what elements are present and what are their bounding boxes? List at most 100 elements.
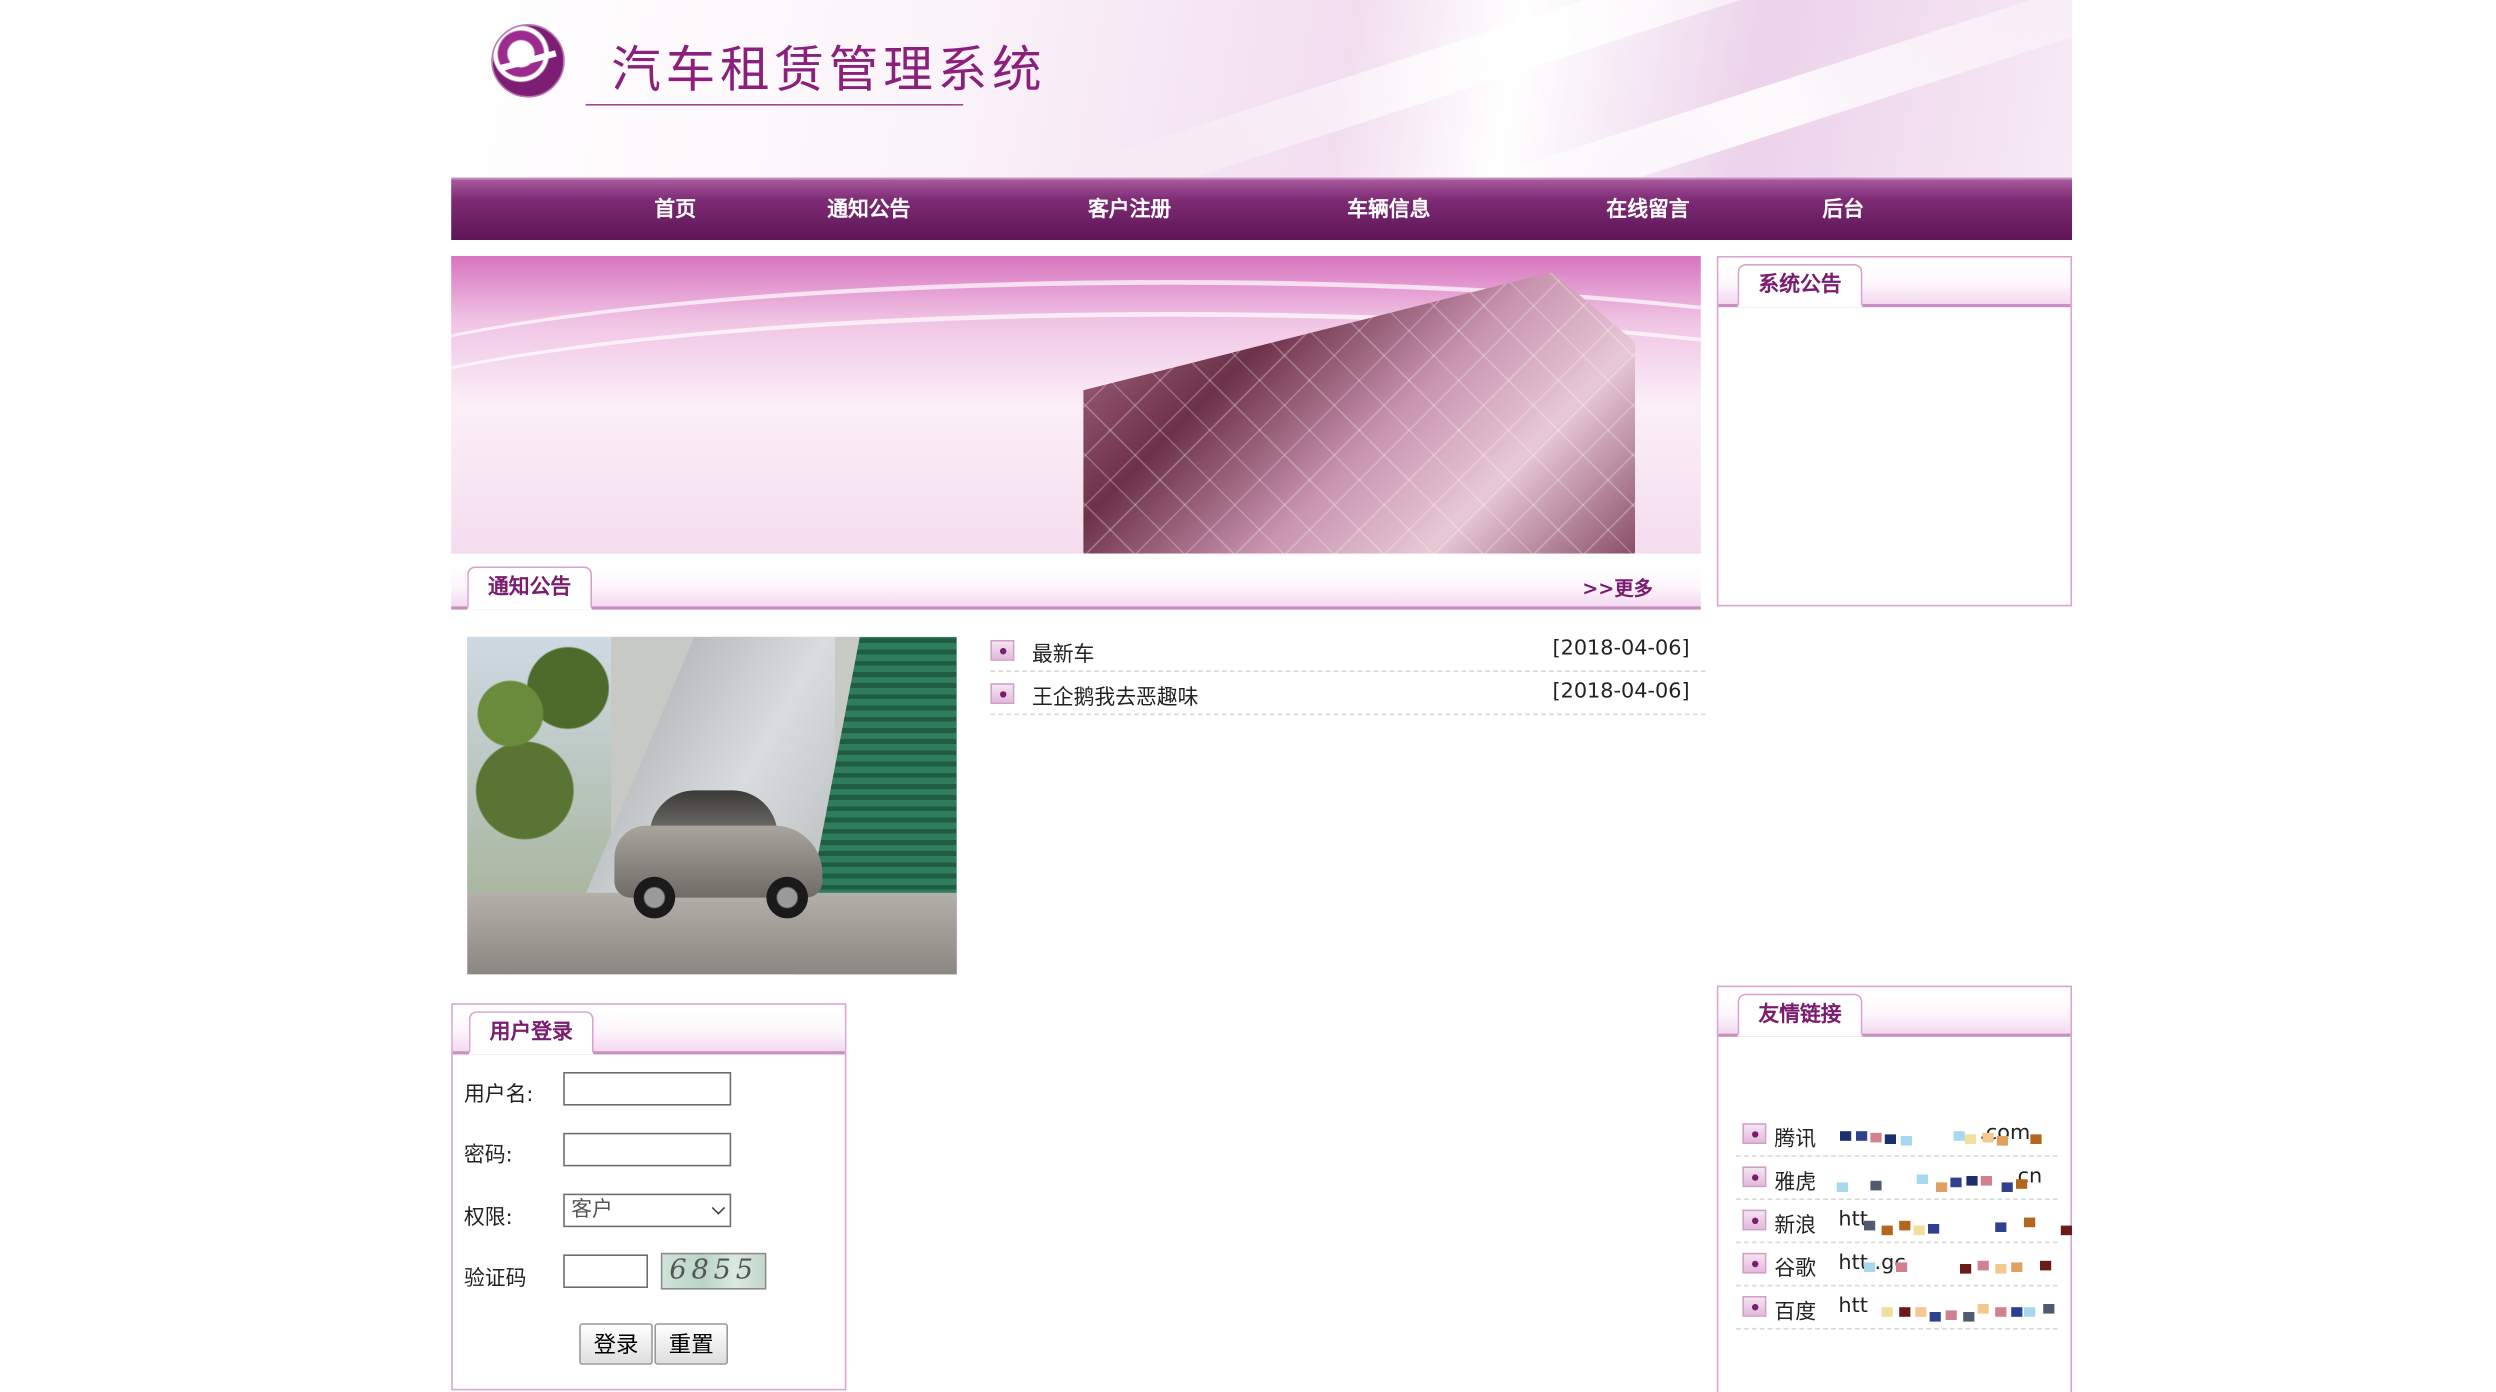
redaction-pixel	[2030, 1134, 2042, 1144]
username-label: 用户名:	[464, 1083, 534, 1108]
redaction-pixel	[1995, 1264, 2007, 1274]
password-input[interactable]	[563, 1132, 732, 1167]
redaction-pixel	[1966, 1176, 1978, 1186]
list-item: 最新车 [2018-04-06]	[990, 629, 1706, 672]
tab-system-notice[interactable]: 系统公告	[1737, 264, 1863, 308]
notice-date: [2018-04-06]	[1552, 680, 1690, 704]
redaction-pixel	[2040, 1260, 2052, 1271]
redaction-pixel	[1881, 1225, 1893, 1236]
photo-car	[614, 778, 823, 922]
redaction-pixel	[2043, 1304, 2055, 1314]
redaction-pixel	[1964, 1134, 1976, 1144]
notice-title[interactable]: 最新车	[1032, 637, 1094, 667]
login-button[interactable]: 登录	[579, 1323, 653, 1365]
system-notice-box: 系统公告	[1716, 256, 2072, 607]
redaction-pixel	[1960, 1264, 1972, 1274]
redaction-pixel	[1913, 1225, 1925, 1236]
redaction-pixel	[1896, 1262, 1908, 1272]
redaction-pixel	[1982, 1132, 1994, 1143]
redaction-pixel	[1870, 1180, 1882, 1191]
notices-tabbar: 通知公告 >>更多	[451, 566, 1701, 610]
link-name[interactable]: 百度	[1774, 1294, 1816, 1325]
link-name[interactable]: 新浪	[1774, 1208, 1816, 1238]
role-label: 权限:	[464, 1206, 513, 1231]
redaction-pixel	[1899, 1220, 1911, 1231]
link-name[interactable]: 腾讯	[1774, 1122, 1816, 1152]
link-url[interactable]: htt	[1838, 1294, 1868, 1318]
login-tabbar: 用户登录	[452, 1011, 845, 1055]
redaction-pixel	[2024, 1217, 2036, 1228]
redaction-pixel	[1900, 1136, 1912, 1146]
bullet-icon	[1742, 1209, 1767, 1231]
more-link[interactable]: >>更多	[1582, 574, 1653, 601]
redaction-pixel	[1950, 1177, 1962, 1188]
nav-home[interactable]: 首页	[654, 179, 696, 241]
redaction-pixel	[1836, 1182, 1848, 1192]
redaction-pixel	[1870, 1132, 1882, 1143]
redaction-pixel	[1840, 1131, 1852, 1141]
tab-links[interactable]: 友情链接	[1737, 993, 1863, 1037]
title-underline	[585, 104, 964, 106]
redaction-pixel	[1884, 1134, 1896, 1144]
redaction-pixel	[1995, 1307, 2007, 1317]
link-name[interactable]: 谷歌	[1774, 1251, 1816, 1282]
redaction-pixel	[2060, 1225, 2072, 1236]
nav-messages[interactable]: 在线留言	[1606, 179, 1689, 241]
list-item: 新浪 htt	[1736, 1200, 2058, 1244]
tab-login[interactable]: 用户登录	[468, 1011, 594, 1055]
list-item: 雅虎 cn	[1736, 1157, 2058, 1200]
redaction-pixel	[1936, 1182, 1948, 1192]
bullet-icon	[990, 683, 1015, 704]
nav-admin[interactable]: 后台	[1822, 179, 1864, 241]
redaction-pixel	[1996, 1136, 2008, 1146]
notice-title[interactable]: 王企鹅我去恶趣味	[1032, 680, 1198, 710]
redaction-pixel	[1953, 1131, 1965, 1141]
main-nav: 首页 通知公告 客户注册 车辆信息 在线留言 后台	[451, 177, 2073, 241]
redaction-pixel	[1977, 1304, 1989, 1314]
chevron-down-icon	[711, 1201, 726, 1215]
notice-date: [2018-04-06]	[1552, 636, 1690, 661]
bullet-icon	[1742, 1166, 1767, 1188]
redaction-pixel	[1881, 1307, 1893, 1317]
banner-image	[451, 256, 1701, 554]
redaction-pixel	[1929, 1312, 1941, 1322]
redaction-pixel	[2001, 1182, 2013, 1192]
bullet-icon	[990, 640, 1015, 661]
captcha-label: 验证码	[464, 1267, 527, 1292]
username-input[interactable]	[563, 1072, 732, 1106]
bullet-icon	[1742, 1252, 1767, 1274]
list-item: 腾讯 .com	[1736, 1114, 2058, 1157]
redaction-pixel	[1928, 1224, 1940, 1234]
reset-button[interactable]: 重置	[654, 1323, 728, 1365]
list-item: 百度 htt	[1736, 1286, 2058, 1330]
password-label: 密码:	[464, 1144, 513, 1168]
nav-vehicles[interactable]: 车辆信息	[1347, 179, 1430, 241]
car-photo	[467, 636, 957, 975]
links-tabbar: 友情链接	[1718, 993, 2071, 1037]
redaction-pixel	[1915, 1307, 1927, 1317]
redaction-pixel	[2011, 1307, 2023, 1317]
redaction-pixel	[1945, 1310, 1957, 1320]
photo-trees	[467, 636, 612, 893]
site-title: 汽车租赁管理系统	[611, 41, 1047, 100]
nav-notices[interactable]: 通知公告	[827, 179, 910, 241]
redaction-pixel	[1864, 1220, 1876, 1231]
captcha-image[interactable]: 6855	[660, 1252, 767, 1290]
bullet-icon	[1742, 1296, 1767, 1317]
redaction-pixel	[1856, 1131, 1868, 1141]
role-selected-value: 客户	[571, 1198, 613, 1223]
tab-notices[interactable]: 通知公告	[467, 566, 593, 610]
role-select[interactable]: 客户	[563, 1193, 732, 1228]
redaction-pixel	[2024, 1307, 2036, 1317]
site-logo	[491, 24, 565, 98]
redaction-pixel	[1963, 1312, 1975, 1322]
nav-register[interactable]: 客户注册	[1088, 179, 1171, 241]
redaction-pixel	[2016, 1179, 2028, 1189]
captcha-input[interactable]	[563, 1254, 648, 1288]
bullet-icon	[1742, 1123, 1767, 1144]
redaction-pixel	[1864, 1262, 1876, 1272]
redaction-pixel	[2011, 1262, 2023, 1272]
system-notice-tabbar: 系统公告	[1718, 264, 2071, 308]
redaction-pixel	[1899, 1307, 1911, 1317]
link-name[interactable]: 雅虎	[1774, 1165, 1816, 1195]
